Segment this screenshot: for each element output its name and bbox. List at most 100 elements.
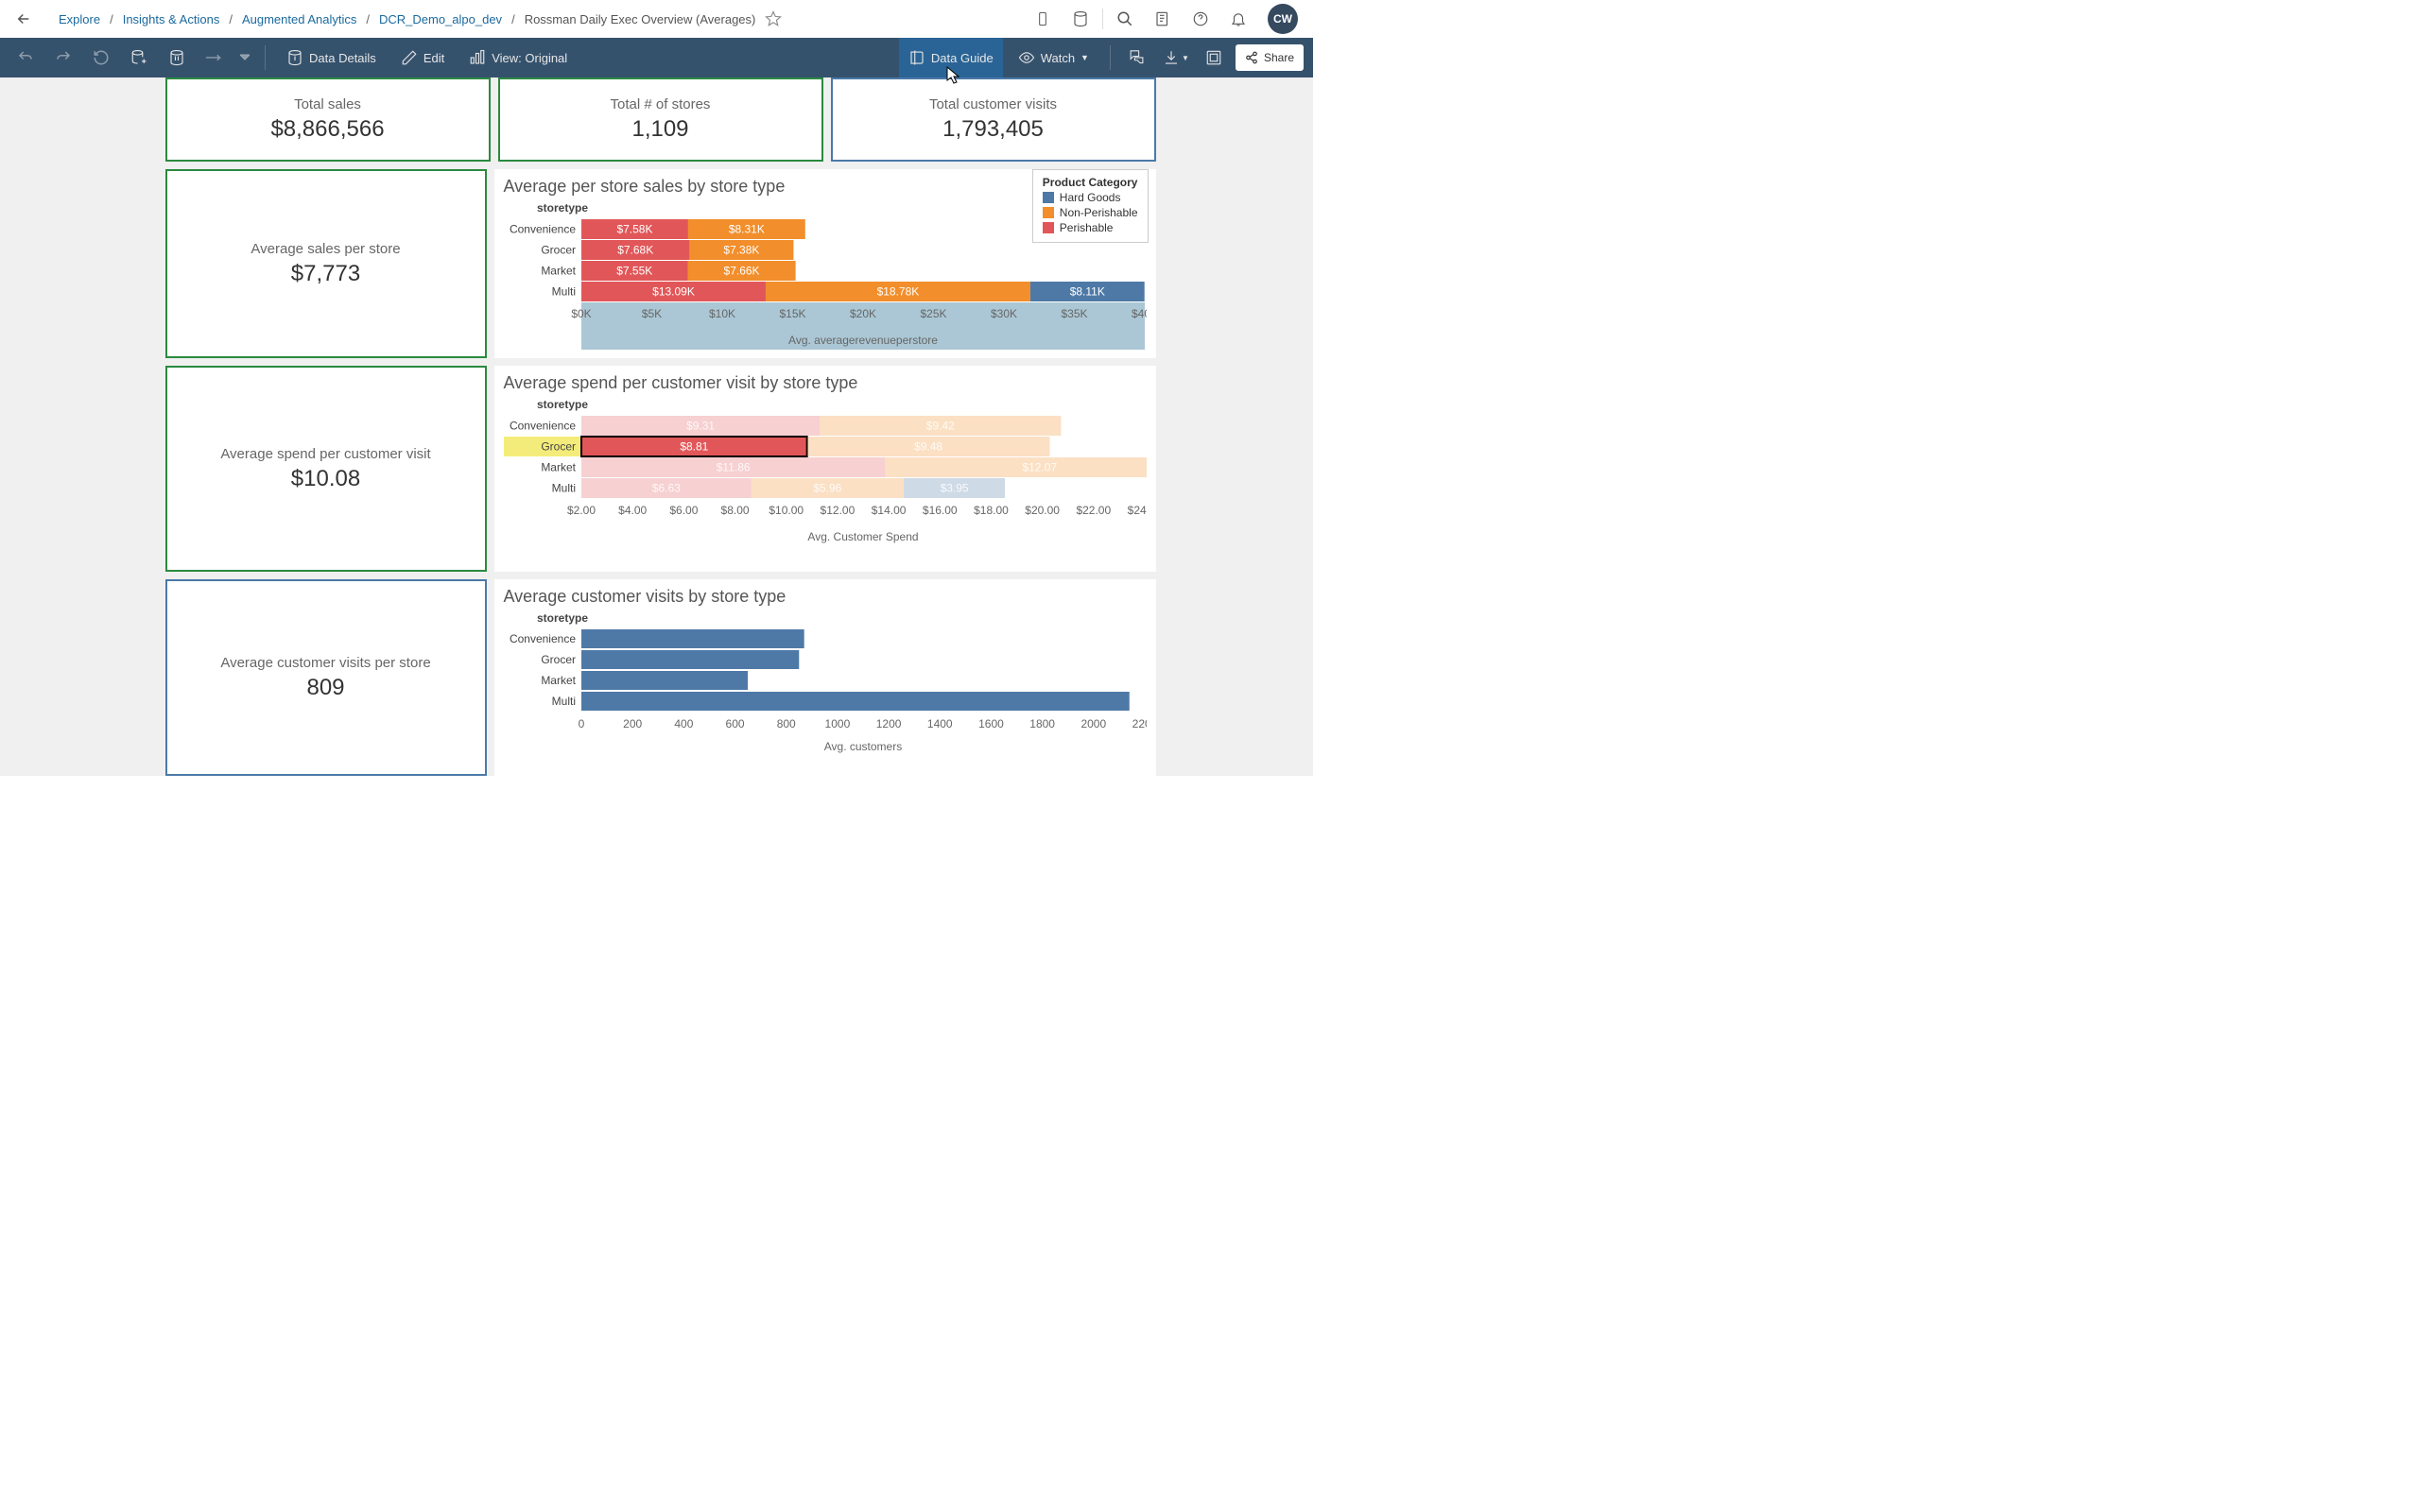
svg-text:$9.48: $9.48: [914, 440, 942, 454]
svg-text:$12.07: $12.07: [1022, 461, 1057, 474]
chart-title: Average customer visits by store type: [504, 587, 1147, 607]
fullscreen-icon[interactable]: [1198, 38, 1230, 77]
breadcrumb-explore[interactable]: Explore: [59, 12, 100, 26]
watch-button[interactable]: Watch ▼: [1009, 38, 1098, 77]
svg-text:Multi: Multi: [551, 695, 575, 708]
help-icon[interactable]: [1192, 10, 1209, 27]
kpi-total-sales[interactable]: Total sales $8,866,566: [165, 77, 491, 162]
svg-text:$15K: $15K: [779, 307, 805, 320]
revert-icon[interactable]: [85, 38, 117, 77]
kpi-value: 1,109: [631, 116, 688, 143]
side-avg-sales[interactable]: Average sales per store $7,773: [165, 169, 487, 358]
svg-text:$20K: $20K: [849, 307, 875, 320]
svg-text:Avg. customers: Avg. customers: [823, 740, 901, 753]
datasource-add-icon[interactable]: [123, 38, 155, 77]
breadcrumb-bar: Explore/ Insights & Actions/ Augmented A…: [0, 0, 1313, 38]
svg-text:storetype: storetype: [536, 612, 587, 625]
back-icon[interactable]: [15, 10, 32, 27]
breadcrumb-project[interactable]: DCR_Demo_alpo_dev: [379, 12, 502, 26]
chart-svg[interactable]: storetypeConvenienceGrocerMarketMulti020…: [504, 612, 1147, 773]
svg-text:$16.00: $16.00: [922, 504, 957, 517]
legend-item[interactable]: Perishable: [1043, 221, 1138, 234]
data-guide-button[interactable]: Data Guide: [899, 38, 1003, 77]
svg-text:$10K: $10K: [708, 307, 735, 320]
share-button[interactable]: Share: [1236, 44, 1304, 71]
search-icon[interactable]: [1116, 10, 1133, 27]
svg-text:1800: 1800: [1029, 717, 1055, 730]
side-value: $7,773: [291, 261, 360, 287]
svg-text:200: 200: [623, 717, 642, 730]
device-icon[interactable]: [1034, 10, 1051, 27]
edit-button[interactable]: Edit: [391, 38, 454, 77]
svg-text:$14.00: $14.00: [871, 504, 906, 517]
svg-text:Avg. averagerevenueperstore: Avg. averagerevenueperstore: [788, 334, 938, 347]
svg-text:$7.58K: $7.58K: [616, 223, 652, 236]
chart-sales-by-type[interactable]: Average per store sales by store type Pr…: [494, 169, 1156, 358]
data-details-button[interactable]: Data Details: [277, 38, 386, 77]
svg-text:2000: 2000: [1080, 717, 1106, 730]
view-button[interactable]: View: Original: [459, 38, 577, 77]
notifications-icon[interactable]: [1230, 10, 1247, 27]
svg-text:$6.63: $6.63: [651, 482, 680, 495]
avatar[interactable]: CW: [1268, 4, 1298, 34]
side-avg-visits[interactable]: Average customer visits per store 809: [165, 579, 487, 776]
svg-text:600: 600: [725, 717, 744, 730]
svg-text:Convenience: Convenience: [509, 420, 575, 433]
svg-text:1600: 1600: [978, 717, 1004, 730]
divider: [265, 45, 266, 70]
svg-text:$9.31: $9.31: [686, 420, 715, 433]
kpi-value: 1,793,405: [942, 116, 1044, 143]
breadcrumb-insights[interactable]: Insights & Actions: [123, 12, 220, 26]
svg-text:$30K: $30K: [990, 307, 1016, 320]
kpi-total-stores[interactable]: Total # of stores 1,109: [498, 77, 823, 162]
svg-text:$9.42: $9.42: [925, 420, 954, 433]
svg-text:$8.81: $8.81: [680, 440, 708, 454]
legend-item[interactable]: Hard Goods: [1043, 191, 1138, 204]
breadcrumb-augmented[interactable]: Augmented Analytics: [242, 12, 356, 26]
more-caret-icon[interactable]: [236, 38, 253, 77]
data-icon[interactable]: [1072, 10, 1089, 27]
chart-visits-by-type[interactable]: Average customer visits by store type st…: [494, 579, 1156, 776]
svg-text:$0K: $0K: [571, 307, 591, 320]
side-avg-spend[interactable]: Average spend per customer visit $10.08: [165, 366, 487, 572]
svg-text:Grocer: Grocer: [541, 653, 576, 666]
chart-title: Average spend per customer visit by stor…: [504, 373, 1147, 393]
svg-text:$11.86: $11.86: [716, 461, 750, 474]
undo-icon[interactable]: [9, 38, 42, 77]
svg-text:Convenience: Convenience: [509, 223, 575, 236]
download-icon[interactable]: ▼: [1160, 38, 1192, 77]
svg-text:$18.00: $18.00: [974, 504, 1009, 517]
legend[interactable]: Product Category Hard Goods Non-Perishab…: [1032, 169, 1149, 243]
svg-text:$4.00: $4.00: [618, 504, 647, 517]
svg-text:storetype: storetype: [536, 399, 587, 411]
svg-text:$25K: $25K: [920, 307, 946, 320]
replay-icon[interactable]: [199, 38, 231, 77]
svg-text:$5K: $5K: [641, 307, 661, 320]
side-label: Average sales per store: [251, 241, 400, 257]
svg-text:$8.11K: $8.11K: [1069, 285, 1104, 299]
svg-text:Avg. Customer Spend: Avg. Customer Spend: [807, 530, 918, 543]
svg-text:$7.55K: $7.55K: [616, 265, 652, 278]
svg-text:Multi: Multi: [551, 482, 575, 495]
comments-icon[interactable]: [1122, 38, 1154, 77]
favorite-icon[interactable]: [765, 10, 782, 27]
svg-text:2200: 2200: [1132, 717, 1146, 730]
svg-text:Multi: Multi: [551, 285, 575, 299]
kpi-label: Total # of stores: [611, 96, 711, 112]
svg-text:$40K: $40K: [1131, 307, 1146, 320]
svg-text:$5.96: $5.96: [813, 482, 841, 495]
svg-text:storetype: storetype: [536, 202, 587, 215]
chart-svg[interactable]: storetype Convenience $9.31 $9.42 Grocer $8.8…: [504, 399, 1147, 569]
side-label: Average spend per customer visit: [220, 446, 430, 462]
kpi-total-visits[interactable]: Total customer visits 1,793,405: [831, 77, 1156, 162]
svg-text:$7.68K: $7.68K: [617, 244, 653, 257]
legend-item[interactable]: Non-Perishable: [1043, 206, 1138, 219]
chart-spend-by-type[interactable]: Average spend per customer visit by stor…: [494, 366, 1156, 572]
svg-text:$10.00: $10.00: [769, 504, 804, 517]
kpi-value: $8,866,566: [270, 116, 384, 143]
svg-text:Grocer: Grocer: [541, 440, 576, 454]
svg-text:1000: 1000: [824, 717, 850, 730]
pause-icon[interactable]: [161, 38, 193, 77]
notes-icon[interactable]: [1154, 10, 1171, 27]
redo-icon[interactable]: [47, 38, 79, 77]
